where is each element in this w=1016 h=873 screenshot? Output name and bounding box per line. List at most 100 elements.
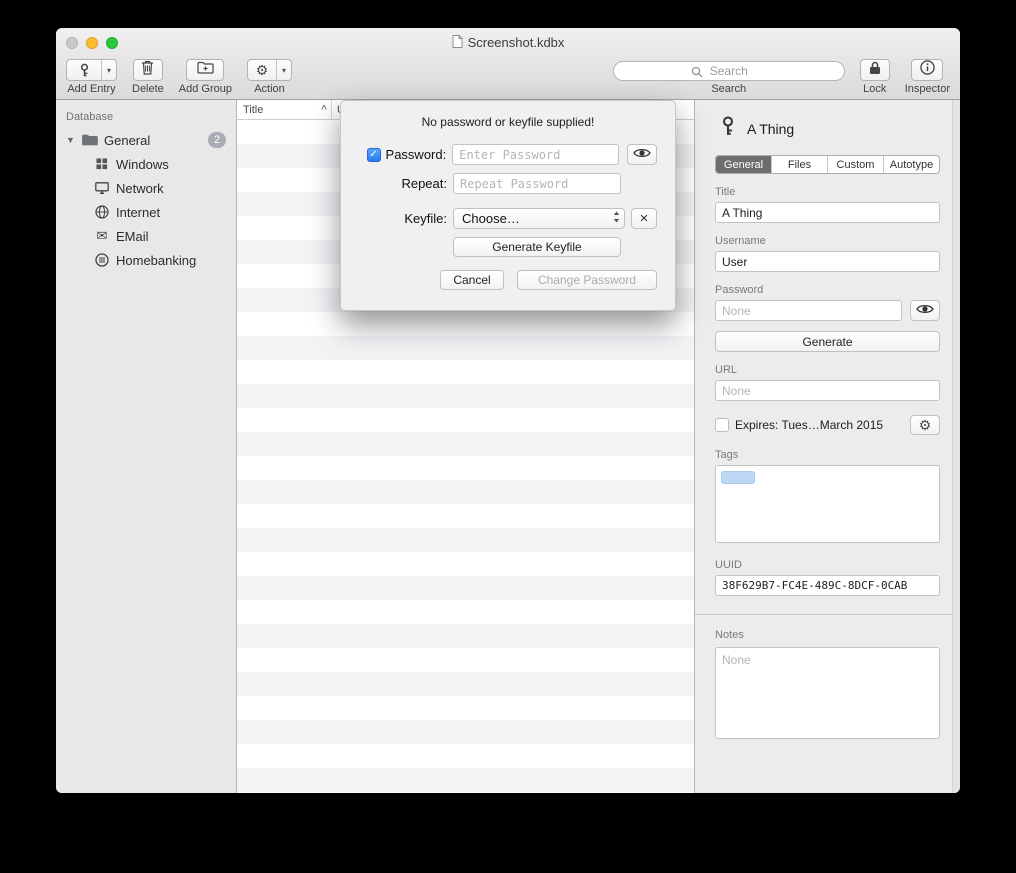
inspector-item: Inspector xyxy=(905,59,950,95)
uuid-label: UUID xyxy=(715,559,940,571)
sidebar-item-homebanking[interactable]: Homebanking xyxy=(56,248,236,272)
sidebar-item-windows[interactable]: Windows xyxy=(56,152,236,176)
titlebar: Screenshot.kdbx xyxy=(56,28,960,57)
username-field-label: Username xyxy=(715,235,940,247)
folder-icon xyxy=(82,134,98,146)
add-group-label: Add Group xyxy=(179,83,232,95)
sidebar: Database ▼ General 2 Windows Network Int… xyxy=(56,100,237,793)
eye-icon xyxy=(633,146,651,164)
info-icon xyxy=(920,60,935,80)
title-field[interactable] xyxy=(715,202,940,223)
minimize-button[interactable] xyxy=(86,37,98,49)
generate-keyfile-button[interactable]: Generate Keyfile xyxy=(453,237,621,257)
change-password-button[interactable]: Change Password xyxy=(517,270,657,290)
lock-icon xyxy=(869,61,881,80)
expires-settings-button[interactable]: ⚙ xyxy=(910,415,940,435)
uuid-field[interactable] xyxy=(715,575,940,596)
inspector-label: Inspector xyxy=(905,83,950,95)
reveal-password-button[interactable] xyxy=(910,300,940,321)
gear-icon: ⚙ xyxy=(248,60,276,80)
entry-title: A Thing xyxy=(747,121,794,137)
disclosure-triangle-icon[interactable]: ▼ xyxy=(66,135,76,145)
keyfile-popup[interactable]: Choose… xyxy=(453,208,625,229)
add-group-button[interactable] xyxy=(186,59,224,81)
lock-item: Lock xyxy=(860,59,890,95)
inspector-header: A Thing xyxy=(715,116,940,141)
toolbar-right: Search Lock Inspector xyxy=(613,59,950,95)
inspector-scrollbar[interactable] xyxy=(952,100,960,793)
sidebar-item-email[interactable]: ✉ EMail xyxy=(56,224,236,248)
notes-field[interactable] xyxy=(715,647,940,739)
sidebar-item-label: Network xyxy=(116,181,164,196)
window-title-group: Screenshot.kdbx xyxy=(452,35,565,51)
tag-pill[interactable] xyxy=(721,471,755,484)
repeat-label: Repeat: xyxy=(401,176,447,191)
expires-checkbox[interactable] xyxy=(715,418,729,432)
traffic-lights xyxy=(66,37,118,49)
sidebar-item-label: Homebanking xyxy=(116,253,196,268)
title-field-label: Title xyxy=(715,186,940,198)
inspector-divider xyxy=(695,614,960,615)
add-entry-button[interactable]: ▾ xyxy=(66,59,117,81)
action-label: Action xyxy=(254,83,285,95)
inspector-tabs: General Files Custom Autotype xyxy=(715,155,940,174)
tab-autotype[interactable]: Autotype xyxy=(883,156,939,173)
chevron-down-icon[interactable]: ▾ xyxy=(276,60,291,80)
password-field[interactable] xyxy=(715,300,902,321)
envelope-icon: ✉ xyxy=(94,228,110,244)
app-window: Screenshot.kdbx ▾ Add Entry Delete xyxy=(56,28,960,793)
password-field-label: Password xyxy=(715,284,940,296)
key-icon xyxy=(719,116,737,141)
lock-button[interactable] xyxy=(860,59,890,81)
sidebar-group-general[interactable]: ▼ General 2 xyxy=(56,128,236,152)
column-title-label: Title xyxy=(243,104,263,116)
window-title: Screenshot.kdbx xyxy=(468,35,565,50)
expires-row: Expires: Tues…March 2015 ⚙ xyxy=(715,415,940,435)
windows-icon xyxy=(94,158,110,170)
search-label: Search xyxy=(711,83,746,95)
notes-label: Notes xyxy=(715,629,940,641)
sidebar-item-network[interactable]: Network xyxy=(56,176,236,200)
tab-general[interactable]: General xyxy=(716,156,771,173)
tags-box[interactable] xyxy=(715,465,940,543)
keyfile-selected-value: Choose… xyxy=(462,211,613,226)
tab-custom[interactable]: Custom xyxy=(827,156,883,173)
toolbar: ▾ Add Entry Delete Add Group ⚙ ▾ xyxy=(56,57,960,99)
repeat-password-input[interactable] xyxy=(453,173,621,194)
key-plus-icon xyxy=(67,60,101,80)
sidebar-item-internet[interactable]: Internet xyxy=(56,200,236,224)
clear-keyfile-button[interactable]: × xyxy=(631,208,657,229)
delete-button[interactable] xyxy=(133,59,163,81)
tab-files[interactable]: Files xyxy=(771,156,827,173)
column-header-title[interactable]: Title ^ xyxy=(237,100,331,119)
close-button[interactable] xyxy=(66,37,78,49)
document-icon xyxy=(452,35,463,51)
search-item: Search xyxy=(613,59,845,95)
gear-icon: ⚙ xyxy=(919,418,932,432)
inspector-button[interactable] xyxy=(911,59,943,81)
username-field[interactable] xyxy=(715,251,940,272)
url-field[interactable] xyxy=(715,380,940,401)
network-icon xyxy=(94,182,110,194)
sidebar-item-label: EMail xyxy=(116,229,149,244)
lock-label: Lock xyxy=(863,83,886,95)
eye-icon xyxy=(916,302,934,320)
password-checkbox[interactable]: ✓ xyxy=(367,148,381,162)
add-entry-label: Add Entry xyxy=(67,83,115,95)
cancel-button[interactable]: Cancel xyxy=(440,270,504,290)
entry-count-badge: 2 xyxy=(208,132,226,148)
dialog-buttons: Cancel Change Password xyxy=(359,270,657,290)
tags-label: Tags xyxy=(715,449,940,461)
zoom-button[interactable] xyxy=(106,37,118,49)
password-input[interactable] xyxy=(452,144,619,165)
search-input[interactable] xyxy=(613,61,845,81)
password-row: ✓ Password: xyxy=(359,144,657,165)
action-button[interactable]: ⚙ ▾ xyxy=(247,59,292,81)
add-group-item: Add Group xyxy=(179,59,232,95)
delete-item: Delete xyxy=(132,59,164,95)
generate-password-button[interactable]: Generate xyxy=(715,331,940,352)
coin-icon xyxy=(94,253,110,267)
show-password-button[interactable] xyxy=(627,144,657,165)
chevron-down-icon[interactable]: ▾ xyxy=(101,60,116,80)
popup-chevrons-icon xyxy=(613,211,620,226)
